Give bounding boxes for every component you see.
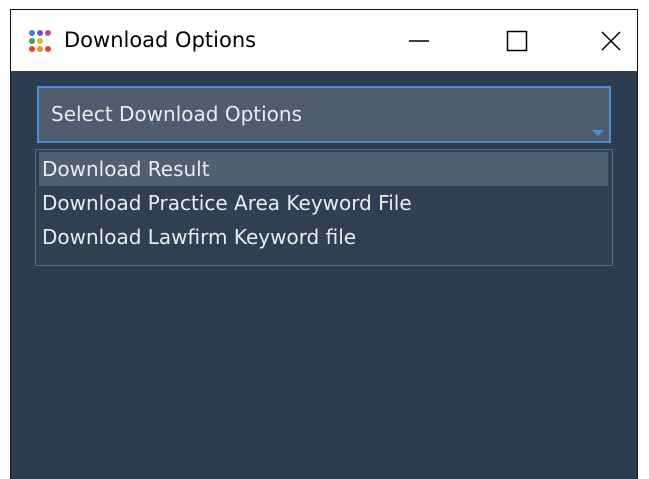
download-options-window: Download Options Select Download Options… — [10, 9, 638, 479]
title-bar[interactable]: Download Options — [11, 10, 637, 71]
app-icon — [29, 30, 51, 52]
chevron-down-icon[interactable] — [592, 130, 604, 136]
window-title: Download Options — [64, 28, 257, 52]
minimize-button[interactable] — [391, 10, 447, 71]
combobox-placeholder: Select Download Options — [51, 102, 302, 126]
maximize-button[interactable] — [489, 10, 545, 71]
maximize-icon — [506, 30, 528, 51]
download-options-combobox[interactable]: Select Download Options — [37, 86, 611, 143]
list-item-label: Download Practice Area Keyword File — [42, 191, 412, 215]
list-item-download-lawfirm-keyword-file[interactable]: Download Lawfirm Keyword file — [39, 220, 608, 254]
list-item-label: Download Lawfirm Keyword file — [42, 225, 357, 249]
close-icon — [601, 30, 621, 51]
close-button[interactable] — [583, 10, 639, 71]
list-item-download-result[interactable]: Download Result — [39, 152, 608, 186]
list-item-label: Download Result — [42, 157, 210, 181]
minimize-icon — [409, 39, 429, 42]
list-item-download-practice-area-keyword-file[interactable]: Download Practice Area Keyword File — [39, 186, 608, 220]
download-options-dropdown-list: Download Result Download Practice Area K… — [35, 149, 613, 266]
